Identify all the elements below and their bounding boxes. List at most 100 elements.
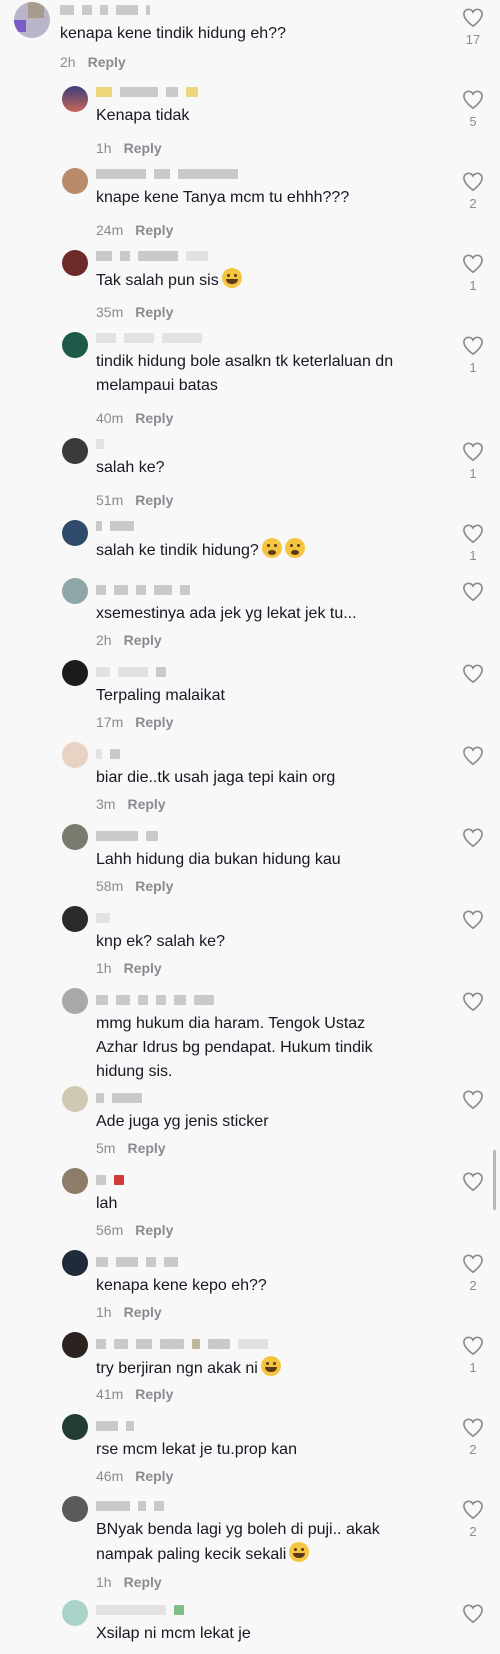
username[interactable]: [96, 168, 238, 180]
avatar[interactable]: [62, 1332, 88, 1358]
comment-meta: 1h Reply: [96, 960, 162, 976]
reply-button[interactable]: Reply: [127, 796, 165, 812]
username[interactable]: [96, 912, 110, 924]
comment-time: 1h: [96, 1304, 112, 1320]
like-button[interactable]: 1: [460, 336, 486, 375]
reply-button[interactable]: Reply: [135, 492, 173, 508]
avatar[interactable]: [62, 988, 88, 1014]
heart-icon: [463, 828, 483, 848]
username[interactable]: [96, 332, 202, 344]
comment-text: salah ke?: [96, 459, 165, 476]
laughing-emoji-icon: [260, 1356, 281, 1376]
scrollbar[interactable]: [493, 1150, 496, 1210]
username[interactable]: [96, 1604, 184, 1616]
avatar[interactable]: [62, 86, 88, 112]
avatar[interactable]: [62, 578, 88, 604]
avatar[interactable]: [62, 1414, 88, 1440]
comment-time: 40m: [96, 410, 124, 426]
like-button[interactable]: 2: [460, 172, 486, 211]
like-button[interactable]: 1: [460, 524, 486, 563]
like-button[interactable]: [460, 1090, 486, 1114]
comment-time: 35m: [96, 304, 124, 320]
comment-text: salah ke tindik hidung?: [96, 538, 305, 563]
avatar[interactable]: [62, 1250, 88, 1276]
comment-time: 24m: [96, 222, 124, 238]
reply-button[interactable]: Reply: [135, 1468, 173, 1484]
username[interactable]: [96, 250, 208, 262]
username[interactable]: [96, 830, 158, 842]
like-button[interactable]: 17: [460, 8, 486, 47]
avatar[interactable]: [62, 824, 88, 850]
comment-meta: 2h Reply: [96, 632, 162, 648]
comment-text: tindik hidung bole asalkn tk keterlaluan…: [96, 353, 394, 394]
avatar[interactable]: [62, 332, 88, 358]
username[interactable]: [96, 748, 120, 760]
reply-button[interactable]: Reply: [135, 878, 173, 894]
avatar[interactable]: [62, 660, 88, 686]
avatar[interactable]: [62, 168, 88, 194]
reply-button[interactable]: Reply: [124, 1304, 162, 1320]
username[interactable]: [60, 4, 150, 16]
username[interactable]: [96, 1420, 134, 1432]
reply-button[interactable]: Reply: [124, 140, 162, 156]
reply-button[interactable]: Reply: [127, 1140, 165, 1156]
avatar[interactable]: [62, 438, 88, 464]
like-button[interactable]: [460, 910, 486, 934]
username[interactable]: [96, 1338, 268, 1350]
reply-button[interactable]: Reply: [124, 960, 162, 976]
heart-icon: [463, 1090, 483, 1110]
avatar[interactable]: [14, 2, 50, 38]
comment-text-content: try berjiran ngn akak ni: [96, 1360, 258, 1377]
like-button[interactable]: [460, 1604, 486, 1628]
like-button[interactable]: [460, 664, 486, 688]
username[interactable]: [96, 1500, 164, 1512]
username[interactable]: [96, 994, 214, 1006]
like-button[interactable]: [460, 828, 486, 852]
avatar[interactable]: [62, 520, 88, 546]
like-button[interactable]: 1: [460, 254, 486, 293]
username[interactable]: [96, 584, 190, 596]
reply-button[interactable]: Reply: [135, 1386, 173, 1402]
like-button[interactable]: 1: [460, 1336, 486, 1375]
comment-text: rse mcm lekat je tu.prop kan: [96, 1441, 297, 1458]
reply-button[interactable]: Reply: [135, 222, 173, 238]
reply-button[interactable]: Reply: [88, 54, 126, 70]
reply-button[interactable]: Reply: [135, 304, 173, 320]
like-button[interactable]: [460, 992, 486, 1016]
like-button[interactable]: [460, 1172, 486, 1196]
comment-time: 1h: [96, 1574, 112, 1590]
comment-meta: 1h Reply: [96, 1574, 162, 1590]
like-button[interactable]: 2: [460, 1418, 486, 1457]
username[interactable]: [96, 1092, 142, 1104]
username[interactable]: [96, 520, 134, 532]
comment-text-content: Tak salah pun sis: [96, 272, 219, 289]
comment-text: biar die..tk usah jaga tepi kain org: [96, 769, 336, 786]
heart-icon: [463, 910, 483, 930]
reply-button[interactable]: Reply: [135, 410, 173, 426]
like-button[interactable]: 2: [460, 1500, 486, 1539]
avatar[interactable]: [62, 1086, 88, 1112]
heart-icon: [463, 746, 483, 766]
username[interactable]: [96, 86, 198, 98]
reply-button[interactable]: Reply: [135, 1222, 173, 1238]
avatar[interactable]: [62, 1168, 88, 1194]
like-button[interactable]: [460, 582, 486, 606]
like-button[interactable]: 1: [460, 442, 486, 481]
avatar[interactable]: [62, 250, 88, 276]
username[interactable]: [96, 438, 104, 450]
username[interactable]: [96, 1256, 178, 1268]
like-button[interactable]: 5: [460, 90, 486, 129]
reply-button[interactable]: Reply: [124, 632, 162, 648]
reply-button[interactable]: Reply: [124, 1574, 162, 1590]
avatar[interactable]: [62, 1496, 88, 1522]
avatar[interactable]: [62, 742, 88, 768]
username[interactable]: [96, 1174, 124, 1186]
avatar[interactable]: [62, 1600, 88, 1626]
reply-button[interactable]: Reply: [135, 714, 173, 730]
like-button[interactable]: 2: [460, 1254, 486, 1293]
username[interactable]: [96, 666, 166, 678]
comment-time: 3m: [96, 796, 116, 812]
avatar[interactable]: [62, 906, 88, 932]
heart-icon: [463, 8, 483, 28]
like-button[interactable]: [460, 746, 486, 770]
